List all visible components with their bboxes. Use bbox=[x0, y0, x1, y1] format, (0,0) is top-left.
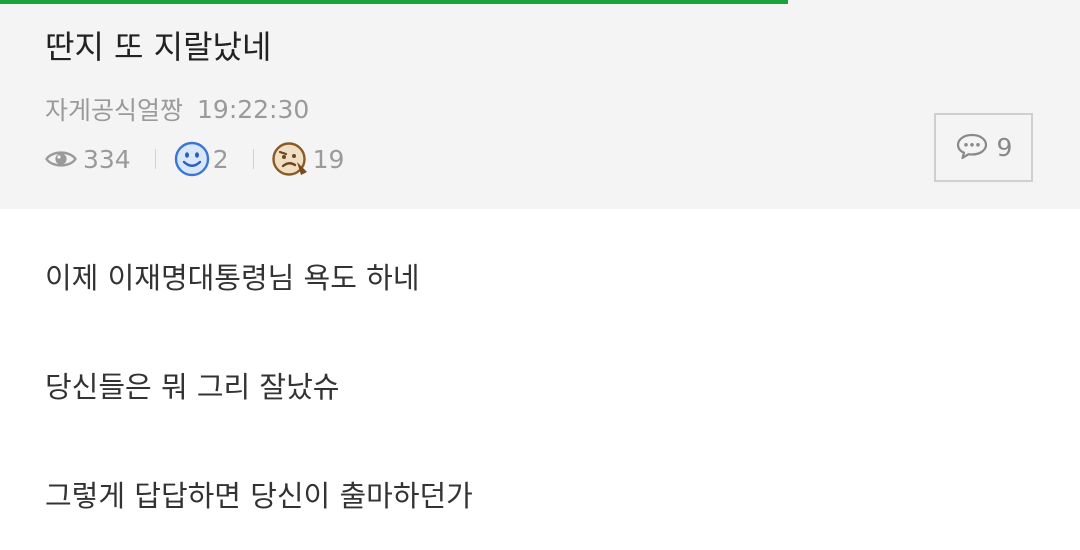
view-count-value: 334 bbox=[83, 144, 131, 174]
dislike-count: 19 bbox=[312, 144, 345, 174]
smiley-icon bbox=[174, 141, 210, 177]
eye-icon bbox=[45, 148, 77, 170]
post-title: 딴지 또 지랄났네 bbox=[45, 28, 272, 66]
author-line: 자게공식얼짱 19:22:30 bbox=[45, 92, 309, 126]
post-stats: 334 2 19 bbox=[45, 141, 344, 177]
view-count: 334 bbox=[45, 145, 131, 174]
post-time: 19:22:30 bbox=[197, 94, 310, 124]
dislike-button[interactable]: 19 bbox=[271, 141, 345, 177]
speech-bubble-icon bbox=[955, 132, 989, 164]
comment-count: 9 bbox=[996, 133, 1013, 162]
frown-icon bbox=[271, 141, 310, 177]
comments-button[interactable]: 9 bbox=[934, 113, 1033, 182]
read-progress-bar bbox=[0, 0, 789, 4]
stat-divider bbox=[154, 149, 156, 169]
post-body-line: 그렇게 답답하면 당신이 출마하던가 bbox=[45, 479, 473, 513]
post-body-line: 당신들은 뭐 그리 잘났슈 bbox=[45, 370, 340, 404]
author-name[interactable]: 자게공식얼짱 bbox=[45, 91, 183, 127]
post-body-line: 이제 이재명대통령님 욕도 하네 bbox=[45, 261, 420, 295]
like-count: 2 bbox=[212, 144, 229, 174]
post-header: 딴지 또 지랄났네 자게공식얼짱 19:22:30 334 2 19 9 bbox=[0, 0, 1080, 209]
like-button[interactable]: 2 bbox=[174, 141, 229, 177]
stat-divider bbox=[252, 149, 254, 169]
